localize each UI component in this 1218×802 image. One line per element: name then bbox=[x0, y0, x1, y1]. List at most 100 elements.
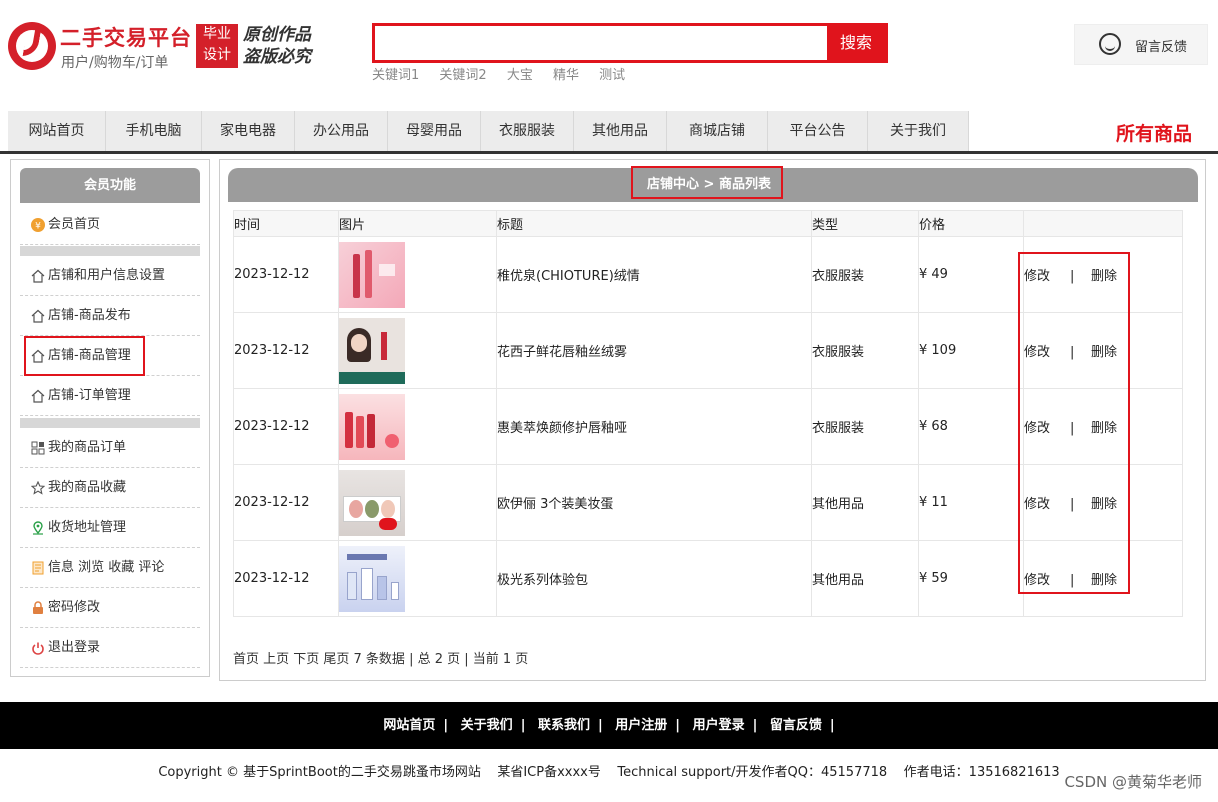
row-image-cell bbox=[338, 312, 497, 389]
row-type: 其他用品 bbox=[811, 464, 919, 541]
row-type: 衣服服装 bbox=[811, 236, 919, 313]
nav-item-phone-computer[interactable]: 手机电脑 bbox=[106, 111, 202, 151]
badge-bottom: 设计 bbox=[203, 47, 231, 63]
sidebar-item-publish-goods[interactable]: 店铺-商品发布 bbox=[20, 296, 200, 336]
product-image[interactable] bbox=[339, 241, 405, 308]
footer-separator: | bbox=[597, 718, 603, 733]
highlight-box bbox=[1018, 252, 1130, 594]
site-subtitle: 用户/购物车/订单 bbox=[61, 55, 169, 71]
home-icon bbox=[31, 309, 45, 323]
nav-item-office[interactable]: 办公用品 bbox=[295, 111, 388, 151]
footer-separator: | bbox=[520, 718, 526, 733]
star-icon bbox=[31, 481, 45, 495]
nav-item-shops[interactable]: 商城店铺 bbox=[667, 111, 768, 151]
keyword-link[interactable]: 大宝 bbox=[507, 68, 533, 83]
highlight-box bbox=[24, 336, 145, 376]
keyword-link[interactable]: 测试 bbox=[599, 68, 625, 83]
sidebar-item-password[interactable]: 密码修改 bbox=[20, 588, 200, 628]
row-title[interactable]: 稚优泉(CHIOTURE)绒情 bbox=[496, 236, 812, 313]
product-image[interactable] bbox=[339, 545, 405, 612]
location-icon bbox=[33, 521, 43, 535]
row-type: 衣服服装 bbox=[811, 312, 919, 389]
row-title[interactable]: 花西子鲜花唇釉丝绒雾 bbox=[496, 312, 812, 389]
sidebar-item-label: 我的商品收藏 bbox=[48, 480, 127, 495]
home-icon bbox=[31, 269, 45, 283]
copyright-text: Copyright © 基于SprintBoot的二手交易跳蚤市场网站 某省IC… bbox=[158, 765, 1060, 780]
column-header-title: 标题 bbox=[496, 210, 812, 237]
footer-separator: | bbox=[675, 718, 681, 733]
logo-icon[interactable] bbox=[8, 22, 56, 70]
row-price: ¥ 59 bbox=[918, 540, 1024, 617]
row-image-cell bbox=[338, 388, 497, 465]
nav-item-other[interactable]: 其他用品 bbox=[574, 111, 667, 151]
footer-separator: | bbox=[443, 718, 449, 733]
sidebar-item-label: 密码修改 bbox=[48, 600, 101, 615]
member-coin-icon: ¥ bbox=[31, 218, 45, 232]
footer-separator: | bbox=[829, 718, 835, 733]
feedback-button[interactable]: 留言反馈 bbox=[1074, 24, 1208, 65]
sidebar-item-label: 店铺和用户信息设置 bbox=[48, 268, 166, 283]
row-title[interactable]: 欧伊俪 3个装美妆蛋 bbox=[496, 464, 812, 541]
table-header-row: 时间 图片 标题 类型 价格 bbox=[233, 210, 1183, 237]
row-title[interactable]: 惠美萃焕颜修护唇釉哑 bbox=[496, 388, 812, 465]
home-icon bbox=[31, 389, 45, 403]
sidebar-title: 会员功能 bbox=[20, 168, 200, 203]
sidebar-item-label: 店铺-商品发布 bbox=[48, 308, 131, 323]
footer-links: 网站首页 | 关于我们 | 联系我们 | 用户注册 | 用户登录 | 留言反馈 | bbox=[0, 702, 1218, 749]
grid-icon bbox=[31, 441, 45, 455]
search-input[interactable] bbox=[375, 26, 827, 60]
keyword-link[interactable]: 精华 bbox=[553, 68, 579, 83]
sidebar-item-logout[interactable]: 退出登录 bbox=[20, 628, 200, 668]
hot-keywords: 关键词1 关键词2 大宝 精华 测试 bbox=[372, 64, 641, 83]
search-bar: 搜索 bbox=[372, 23, 888, 63]
sidebar-item-manage-orders[interactable]: 店铺-订单管理 bbox=[20, 376, 200, 416]
main-nav: 网站首页 手机电脑 家电电器 办公用品 母婴用品 衣服服装 其他用品 商城店铺 … bbox=[8, 111, 969, 151]
row-time: 2023-12-12 bbox=[233, 464, 339, 541]
footer-bar: 网站首页 | 关于我们 | 联系我们 | 用户注册 | 用户登录 | 留言反馈 | bbox=[0, 702, 1218, 749]
product-image[interactable] bbox=[339, 317, 405, 384]
site-title: 二手交易平台 bbox=[60, 26, 192, 50]
sidebar-item-info[interactable]: 信息 浏览 收藏 评论 bbox=[20, 548, 200, 588]
row-type: 其他用品 bbox=[811, 540, 919, 617]
sidebar-item-my-orders[interactable]: 我的商品订单 bbox=[20, 428, 200, 468]
row-image-cell bbox=[338, 540, 497, 617]
footer-link-about[interactable]: 关于我们 bbox=[461, 718, 513, 733]
keyword-link[interactable]: 关键词1 bbox=[372, 68, 419, 83]
badge-top: 毕业 bbox=[203, 26, 231, 42]
sidebar-item-label: 店铺-订单管理 bbox=[48, 388, 131, 403]
watermark: CSDN @黄菊华老师 bbox=[1064, 773, 1202, 791]
nav-item-appliances[interactable]: 家电电器 bbox=[202, 111, 295, 151]
search-button[interactable]: 搜索 bbox=[827, 26, 885, 60]
sidebar-item-member-home[interactable]: ¥ 会员首页 bbox=[20, 205, 200, 245]
footer-link-register[interactable]: 用户注册 bbox=[615, 718, 667, 733]
product-image[interactable] bbox=[339, 469, 405, 536]
sidebar-item-favorites[interactable]: 我的商品收藏 bbox=[20, 468, 200, 508]
row-price: ¥ 68 bbox=[918, 388, 1024, 465]
nav-item-home[interactable]: 网站首页 bbox=[8, 111, 106, 151]
nav-divider bbox=[0, 151, 1218, 154]
feedback-label: 留言反馈 bbox=[1135, 40, 1188, 55]
row-title[interactable]: 极光系列体验包 bbox=[496, 540, 812, 617]
sidebar-item-shop-settings[interactable]: 店铺和用户信息设置 bbox=[20, 256, 200, 296]
product-image[interactable] bbox=[339, 393, 405, 460]
pagination[interactable]: 首页 上页 下页 尾页 7 条数据 | 总 2 页 | 当前 1 页 bbox=[233, 648, 528, 667]
svg-text:¥: ¥ bbox=[35, 222, 41, 232]
row-time: 2023-12-12 bbox=[233, 388, 339, 465]
all-goods-link[interactable]: 所有商品 bbox=[1116, 119, 1192, 146]
footer-link-home[interactable]: 网站首页 bbox=[383, 718, 435, 733]
keyword-link[interactable]: 关键词2 bbox=[439, 68, 486, 83]
footer-link-contact[interactable]: 联系我们 bbox=[538, 718, 590, 733]
row-price: ¥ 109 bbox=[918, 312, 1024, 389]
customer-service-icon bbox=[1099, 33, 1121, 55]
sidebar-item-label: 我的商品订单 bbox=[48, 440, 127, 455]
footer-link-feedback[interactable]: 留言反馈 bbox=[770, 718, 822, 733]
column-header-image: 图片 bbox=[338, 210, 497, 237]
nav-item-about[interactable]: 关于我们 bbox=[868, 111, 969, 151]
nav-item-clothing[interactable]: 衣服服装 bbox=[481, 111, 574, 151]
nav-item-baby[interactable]: 母婴用品 bbox=[388, 111, 481, 151]
row-image-cell bbox=[338, 464, 497, 541]
row-price: ¥ 11 bbox=[918, 464, 1024, 541]
footer-link-login[interactable]: 用户登录 bbox=[693, 718, 745, 733]
sidebar-item-address[interactable]: 收货地址管理 bbox=[20, 508, 200, 548]
nav-item-announcements[interactable]: 平台公告 bbox=[768, 111, 868, 151]
